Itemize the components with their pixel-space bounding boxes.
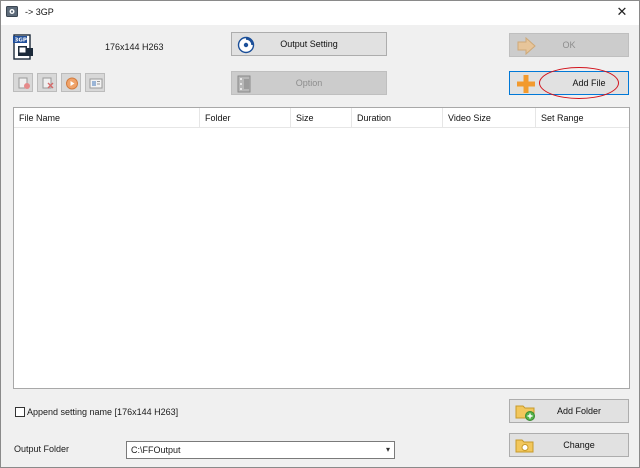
column-header-size[interactable]: Size [291, 108, 352, 128]
change-label: Change [563, 440, 595, 450]
output-setting-label: Output Setting [280, 39, 338, 49]
column-header-set-range[interactable]: Set Range [536, 108, 629, 128]
output-folder-label: Output Folder [14, 444, 70, 454]
window-title: -> 3GP [25, 7, 54, 17]
close-button[interactable]: ✕ [605, 1, 639, 25]
change-button[interactable]: Change [509, 433, 629, 457]
app-window: -> 3GP ✕ 3GP 176x144 H263 Output Setting [0, 0, 640, 468]
clear-list-button[interactable] [37, 73, 57, 92]
remove-file-button[interactable] [13, 73, 33, 92]
column-header-folder[interactable]: Folder [200, 108, 291, 128]
play-button[interactable] [61, 73, 81, 92]
option-label: Option [295, 78, 323, 88]
add-folder-button[interactable]: Add Folder [509, 399, 629, 423]
ok-button[interactable]: OK [509, 33, 629, 57]
column-header-duration[interactable]: Duration [352, 108, 443, 128]
media-info-button[interactable] [85, 73, 105, 92]
app-icon [6, 6, 18, 17]
column-header-file-name[interactable]: File Name [14, 108, 200, 128]
title-bar: -> 3GP ✕ [1, 1, 639, 25]
plus-icon [517, 75, 535, 93]
ok-label: OK [562, 40, 576, 50]
file-list-table[interactable]: File Name Folder Size Duration Video Siz… [13, 107, 630, 389]
output-folder-value: C:\FFOutput [131, 445, 181, 455]
output-setting-button[interactable]: Output Setting [231, 32, 387, 56]
3gp-format-icon: 3GP [13, 34, 33, 60]
chevron-down-icon: ▾ [385, 445, 390, 454]
clear-list-icon [42, 77, 54, 89]
append-setting-checkbox[interactable] [15, 407, 25, 417]
output-folder-select[interactable]: C:\FFOutput ▾ [126, 441, 395, 459]
add-folder-label: Add Folder [556, 406, 602, 416]
option-button[interactable]: Option [231, 71, 387, 95]
3gp-icon-label: 3GP [15, 38, 27, 44]
column-header-video-size[interactable]: Video Size [443, 108, 536, 128]
media-info-icon [89, 78, 103, 89]
highlight-ring [539, 67, 619, 99]
play-icon [66, 77, 78, 90]
close-icon: ✕ [616, 4, 628, 19]
remove-file-icon [18, 77, 30, 89]
append-setting-label: Append setting name [176x144 H263] [27, 407, 179, 417]
format-description: 176x144 H263 [105, 42, 164, 52]
